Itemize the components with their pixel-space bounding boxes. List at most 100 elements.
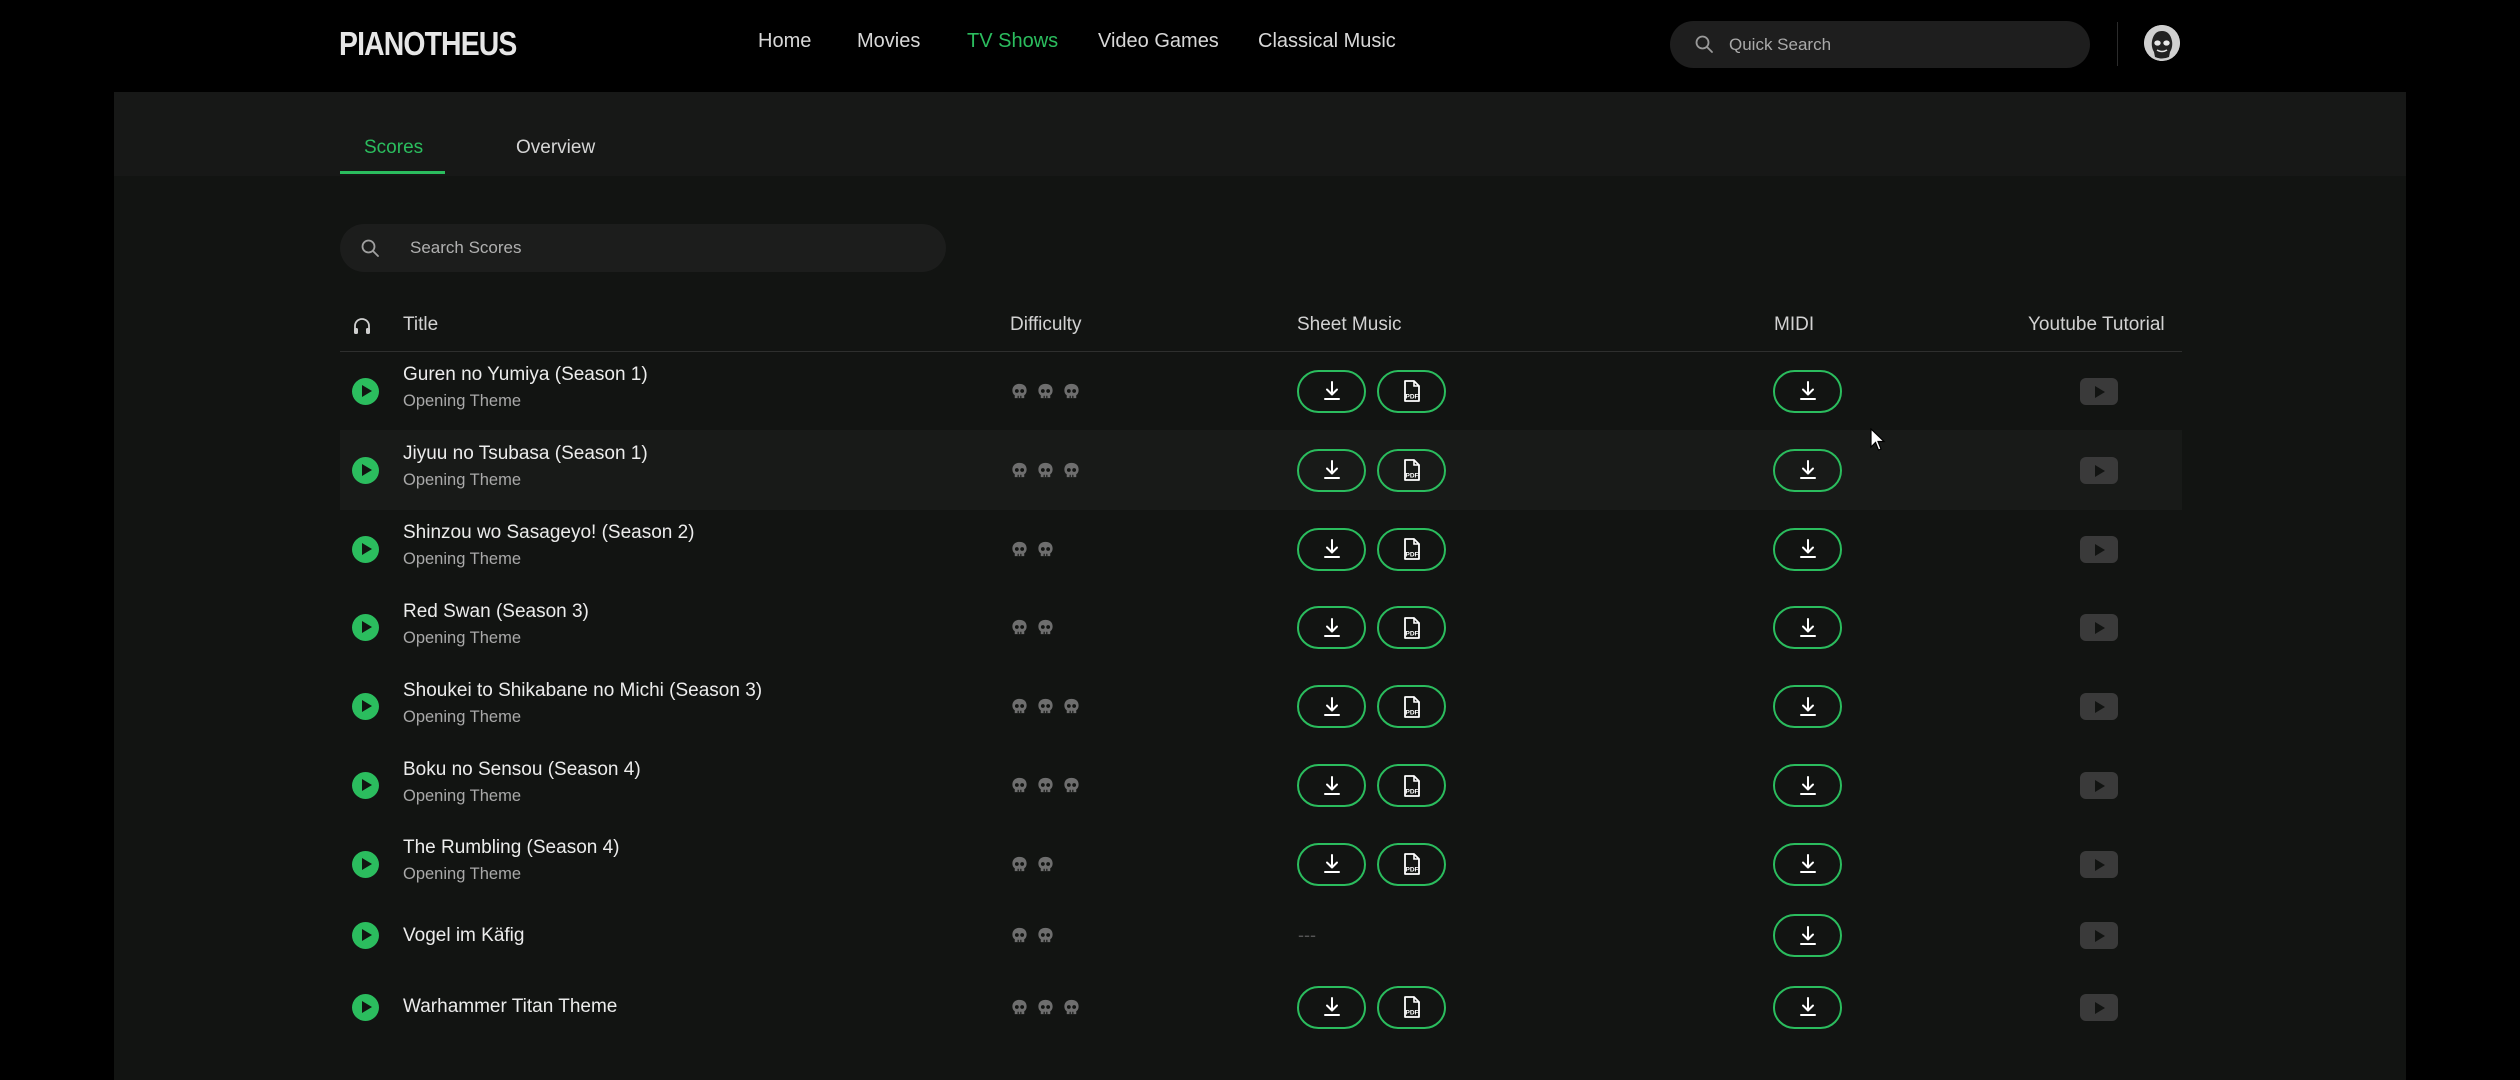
- sheet-music-download-button[interactable]: [1297, 527, 1366, 571]
- sheet-music-pdf-button[interactable]: PDF: [1377, 606, 1446, 649]
- difficulty-rating: [1010, 618, 1055, 637]
- play-icon[interactable]: [352, 614, 379, 641]
- midi-download-button[interactable]: [1773, 764, 1842, 807]
- play-icon[interactable]: [352, 922, 379, 949]
- table-row[interactable]: Shinzou wo Sasageyo! (Season 2) Opening T…: [340, 510, 2182, 588]
- header-difficulty[interactable]: Difficulty: [1010, 314, 1081, 336]
- youtube-icon[interactable]: [2080, 456, 2118, 484]
- midi-download-button[interactable]: [1773, 842, 1842, 886]
- score-subtitle: Opening Theme: [403, 707, 522, 726]
- tab-scores[interactable]: Scores: [364, 137, 423, 159]
- score-title[interactable]: Jiyuu no Tsubasa (Season 1): [403, 443, 648, 465]
- skull-icon: [1036, 618, 1055, 637]
- youtube-icon[interactable]: [2080, 922, 2118, 949]
- play-icon[interactable]: [352, 993, 379, 1021]
- skull-icon: [1010, 540, 1029, 559]
- midi-download-button[interactable]: [1773, 606, 1842, 649]
- score-title[interactable]: The Rumbling (Season 4): [403, 837, 620, 859]
- midi-download-button[interactable]: [1773, 448, 1842, 492]
- score-subtitle: Opening Theme: [403, 471, 522, 489]
- scores-search-input[interactable]: [410, 224, 930, 272]
- table-row[interactable]: Shoukei to Shikabane no Michi (Season 3)…: [340, 667, 2182, 746]
- sheet-music-unavailable: ---: [1298, 924, 1316, 945]
- avatar[interactable]: [2144, 25, 2180, 61]
- youtube-icon[interactable]: [2080, 693, 2118, 720]
- youtube-icon[interactable]: [2080, 850, 2118, 878]
- table-row[interactable]: Warhammer Titan Theme PDF: [340, 968, 2182, 1046]
- skull-icon: [1062, 382, 1081, 401]
- quick-search-input[interactable]: [1729, 21, 2069, 68]
- score-title[interactable]: Boku no Sensou (Season 4): [403, 759, 641, 781]
- midi-download-button[interactable]: [1773, 369, 1842, 413]
- search-icon: [1695, 35, 1713, 53]
- sheet-music-pdf-button[interactable]: PDF: [1377, 985, 1446, 1029]
- table-row[interactable]: Guren no Yumiya (Season 1) Opening Theme P…: [340, 352, 2182, 430]
- download-icon: [1323, 854, 1340, 873]
- score-title[interactable]: Vogel im Käfig: [403, 925, 524, 947]
- score-title[interactable]: Warhammer Titan Theme: [403, 996, 617, 1018]
- table-row[interactable]: The Rumbling (Season 4) Opening Theme PDF: [340, 825, 2182, 903]
- youtube-icon[interactable]: [2080, 377, 2118, 405]
- score-title[interactable]: Shinzou wo Sasageyo! (Season 2): [403, 522, 695, 544]
- nav-classical-music[interactable]: Classical Music: [1258, 30, 1396, 53]
- table-row[interactable]: Red Swan (Season 3) Opening Theme PDF: [340, 588, 2182, 667]
- download-icon: [1323, 696, 1340, 716]
- table-row[interactable]: Boku no Sensou (Season 4) Opening Theme PD…: [340, 746, 2182, 825]
- score-title[interactable]: Guren no Yumiya (Season 1): [403, 364, 648, 386]
- nav-home[interactable]: Home: [758, 30, 811, 53]
- nav-tv-shows[interactable]: TV Shows: [967, 30, 1058, 53]
- sheet-music-download-button[interactable]: [1297, 448, 1366, 492]
- nav-video-games[interactable]: Video Games: [1098, 30, 1219, 53]
- youtube-icon[interactable]: [2080, 614, 2118, 641]
- download-icon: [1323, 460, 1340, 479]
- sheet-music-download-button[interactable]: [1297, 764, 1366, 807]
- midi-download-button[interactable]: [1773, 527, 1842, 571]
- sheet-music-pdf-button[interactable]: PDF: [1377, 369, 1446, 413]
- play-icon[interactable]: [352, 377, 379, 405]
- play-icon[interactable]: [352, 693, 379, 720]
- pdf-icon: PDF: [1403, 380, 1420, 402]
- header-sheet-music: Sheet Music: [1297, 314, 1402, 335]
- play-icon[interactable]: [352, 850, 379, 878]
- score-title[interactable]: Shoukei to Shikabane no Michi (Season 3): [403, 680, 762, 702]
- sheet-music-download-button[interactable]: [1297, 606, 1366, 649]
- download-icon: [1323, 617, 1340, 637]
- skull-icon: [1036, 697, 1055, 716]
- play-icon[interactable]: [352, 535, 379, 563]
- youtube-icon[interactable]: [2080, 772, 2118, 799]
- midi-download-button[interactable]: [1773, 914, 1842, 957]
- skull-icon: [1010, 697, 1029, 716]
- sheet-music-download-button[interactable]: [1297, 842, 1366, 886]
- download-icon: [1799, 997, 1816, 1016]
- skull-icon: [1036, 926, 1055, 945]
- difficulty-rating: [1010, 697, 1081, 716]
- sheet-music-download-button[interactable]: [1297, 985, 1366, 1029]
- pdf-icon: PDF: [1403, 996, 1420, 1018]
- midi-download-button[interactable]: [1773, 985, 1842, 1029]
- sheet-music-download-button[interactable]: [1297, 685, 1366, 728]
- play-icon[interactable]: [352, 772, 379, 799]
- difficulty-rating: [1010, 855, 1055, 874]
- sheet-music-pdf-button[interactable]: PDF: [1377, 685, 1446, 728]
- nav-movies[interactable]: Movies: [857, 30, 920, 53]
- play-icon[interactable]: [352, 456, 379, 484]
- tab-overview[interactable]: Overview: [516, 137, 595, 159]
- svg-text:PDF: PDF: [1405, 552, 1418, 559]
- sheet-music-pdf-button[interactable]: PDF: [1377, 842, 1446, 886]
- logo[interactable]: PIANOTHEUS: [339, 25, 517, 63]
- midi-download-button[interactable]: [1773, 685, 1842, 728]
- youtube-icon[interactable]: [2080, 993, 2118, 1021]
- sheet-music-pdf-button[interactable]: PDF: [1377, 448, 1446, 492]
- score-title[interactable]: Red Swan (Season 3): [403, 601, 589, 623]
- sheet-music-pdf-button[interactable]: PDF: [1377, 527, 1446, 571]
- skull-icon: [1036, 776, 1055, 795]
- download-icon: [1323, 775, 1340, 795]
- pdf-icon: PDF: [1403, 538, 1420, 560]
- sheet-music-download-button[interactable]: [1297, 369, 1366, 413]
- header-youtube-tutorial: Youtube Tutorial: [2028, 314, 2165, 335]
- sheet-music-pdf-button[interactable]: PDF: [1377, 764, 1446, 807]
- header-title[interactable]: Title: [403, 314, 438, 336]
- table-row[interactable]: Vogel im Käfig ---: [340, 903, 2182, 968]
- youtube-icon[interactable]: [2080, 535, 2118, 563]
- table-row[interactable]: Jiyuu no Tsubasa (Season 1) Opening Theme…: [340, 430, 2182, 510]
